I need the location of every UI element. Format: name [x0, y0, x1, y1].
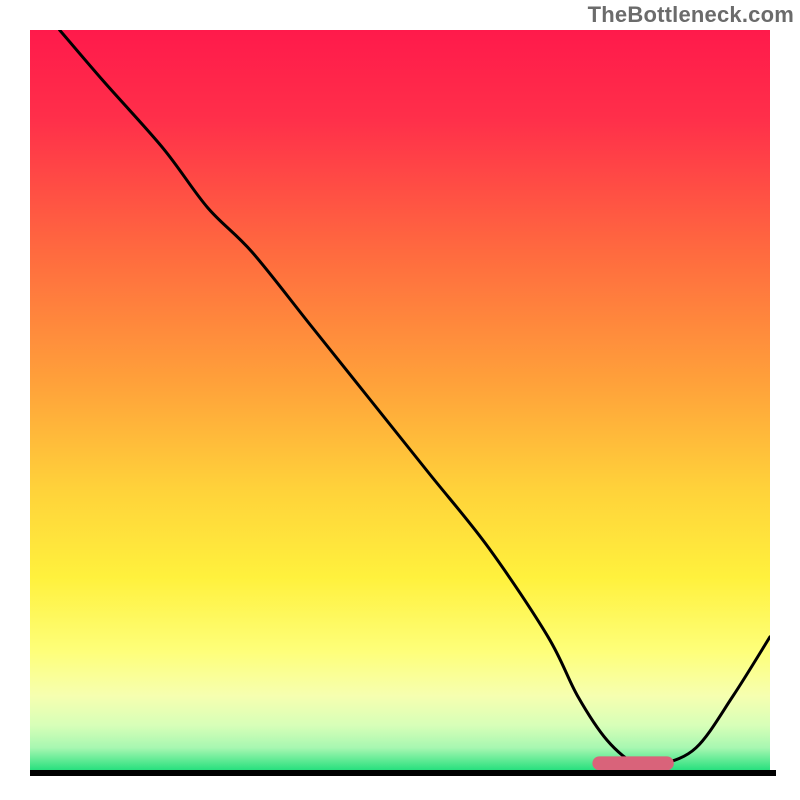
gradient-background: [30, 30, 770, 770]
plot-area: [30, 30, 770, 770]
attribution-label: TheBottleneck.com: [588, 2, 794, 28]
chart-container: TheBottleneck.com: [0, 0, 800, 800]
optimal-range-marker: [592, 756, 673, 770]
x-axis: [30, 770, 776, 776]
chart-svg: [30, 30, 770, 770]
